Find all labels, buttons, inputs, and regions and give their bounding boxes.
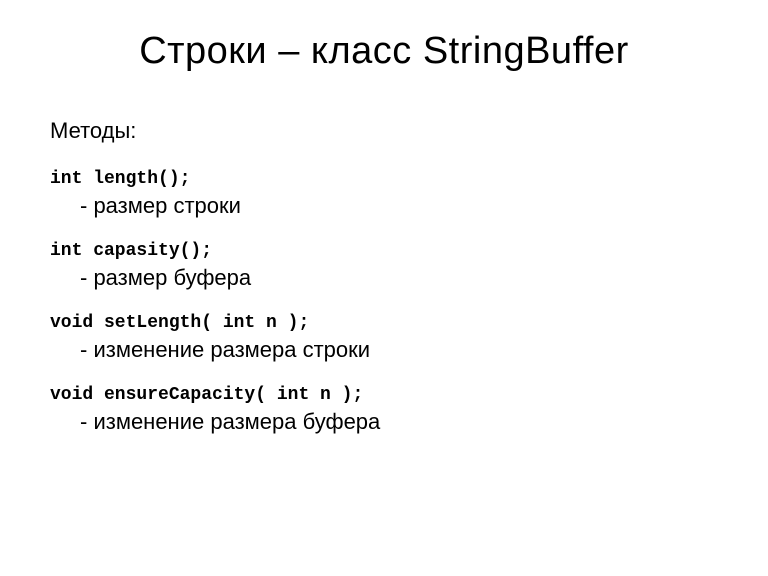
method-signature: void setLength( int n ); [50,313,718,333]
method-item: int length(); - размер строки [50,169,718,219]
method-description: - изменение размера буфера [50,409,718,435]
method-item: void ensureCapacity( int n ); - изменени… [50,385,718,435]
methods-label: Методы: [50,118,718,144]
method-description: - изменение размера строки [50,337,718,363]
method-signature: int length(); [50,169,718,189]
slide-title: Строки – класс StringBuffer [50,30,718,73]
method-item: int capasity(); - размер буфера [50,241,718,291]
method-description: - размер буфера [50,265,718,291]
method-signature: int capasity(); [50,241,718,261]
method-description: - размер строки [50,193,718,219]
method-signature: void ensureCapacity( int n ); [50,385,718,405]
method-item: void setLength( int n ); - изменение раз… [50,313,718,363]
